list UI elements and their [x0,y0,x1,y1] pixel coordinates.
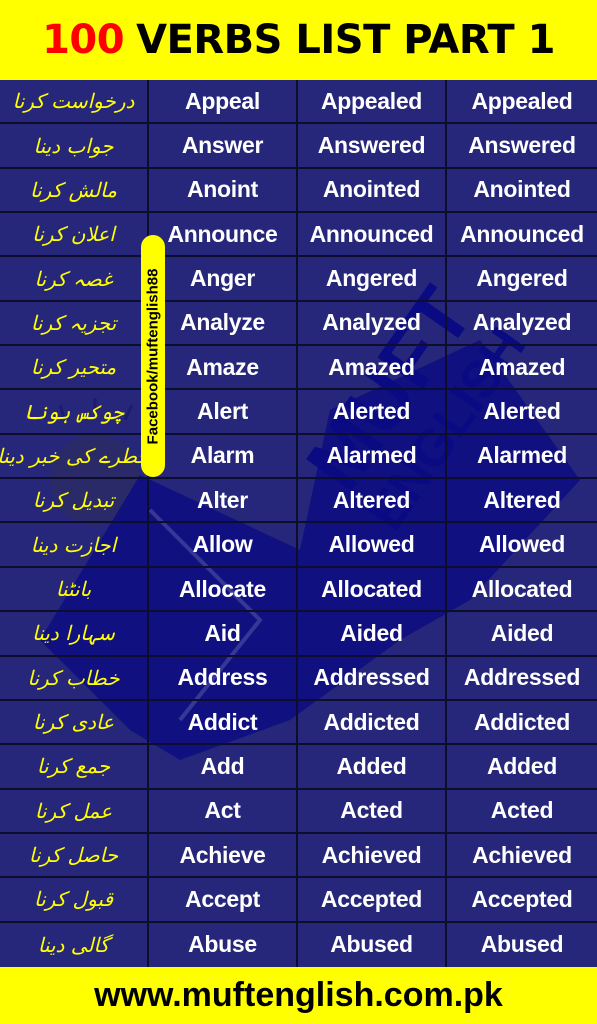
verb-cell-past-participle: Abused [480,931,564,958]
verb-cell-past-participle: Appealed [447,80,597,125]
verb-cell-past-form: Answered [298,124,447,169]
verb-cell-past-participle: Aided [447,612,597,657]
verb-cell-past-participle: Announced [447,213,597,258]
verb-cell-base-form: Address [149,656,298,701]
verb-cell-urdu-meaning: اعلان کرنا [0,213,149,258]
verb-cell-past-form: Altered [298,479,447,524]
verb-cell-urdu-meaning: جواب دینا [0,124,149,169]
verb-cell-base-form: Answer [149,124,298,169]
facebook-handle: Facebook/muftenglish88 [144,268,162,444]
verb-cell-past-participle: Allocated [447,568,597,613]
verb-cell-base-form: Announce [149,213,298,258]
verb-cell-urdu-meaning: تجزیہ کرنا [0,301,149,347]
verb-cell-urdu-meaning: گالی دینا [0,922,149,967]
verb-cell-past-form: Alerted [298,390,447,435]
verb-cell-past-participle: Added [447,745,597,790]
verb-cell-past-participle: Alerted [447,390,597,435]
verb-cell-urdu-meaning: عادی کرنا [0,700,149,746]
verb-cell-past-form: Added [298,745,447,790]
verb-cell-urdu-meaning: بانٹنا [0,567,149,613]
verb-cell-past-form: Acted [298,789,447,834]
verb-cell-past-form: Allowed [298,523,447,568]
verb-cell-past-form: Accepted [298,878,447,923]
verb-cell-past-form: Anointed [298,168,447,214]
verb-cell-urdu-meaning: حاصل کرنا [0,833,149,879]
verb-cell-past-form: Appealed [298,80,447,125]
verb-cell-past-participle: Angered [447,257,597,302]
verb-cell-past-form: Allocated [298,567,447,613]
verb-cell-base-form: Alter [149,479,298,524]
verb-cell-urdu-meaning: خطرے کی خبر دینا [0,434,150,480]
page-title: 100 VERBS LIST PART 1 [0,0,597,80]
verb-cell-urdu-meaning: چوکس ہونا [0,390,149,435]
verb-cell-past-participle: Achieved [447,834,597,879]
verb-cell-past-participle: Amazed [447,346,597,391]
verb-cell-base-form: Aid [149,612,298,657]
verb-cell-past-form: Announced [298,213,447,258]
verb-cell-base-form: Addict [149,700,298,746]
verb-cell-urdu-meaning: سہارا دینا [0,612,149,657]
verb-cell-urdu-meaning: خطاب کرنا [0,656,149,701]
verb-cell-base-form: Achieve [149,833,298,879]
verb-cell-base-form: Abuse [149,922,298,967]
verb-cell-past-form: Achieved [298,833,447,879]
verb-cell-past-participle: Addicted [447,701,597,746]
verb-cell-past-participle: Addressed [447,657,597,701]
facebook-badge[interactable]: Facebook/muftenglish88 [141,235,165,477]
verb-cell-urdu-meaning: غصہ کرنا [0,257,149,302]
verbs-grid: درخواست کرنا Appeal Appealed Appealed جواب د… [0,80,597,967]
verb-cell-urdu-meaning: مالش کرنا [0,168,149,214]
verb-cell-past-participle: Anointed [447,169,597,214]
verb-cell-base-form: Alarm [149,434,298,480]
verb-cell-base-form: Anoint [149,168,298,214]
verb-cell-past-participle: Alarmed [447,435,597,480]
verb-cell-past-form: Angered [298,257,447,302]
verb-cell-past-participle: Analyzed [447,302,597,347]
verb-cell-urdu-meaning: تبدیل کرنا [0,479,149,524]
verb-cell-past-form: Abused [298,922,447,967]
verb-cell-past-form: Addressed [298,656,447,701]
verb-cell-past-participle: Altered [447,479,597,524]
title-text: VERBS LIST PART 1 [136,17,555,63]
verb-cell-base-form: Appeal [149,80,298,125]
verb-cell-past-form: Amazed [298,346,447,391]
website-link[interactable]: www.muftenglish.com.pk [94,976,503,1015]
verb-cell-base-form: Alert [149,390,298,435]
verb-cell-base-form: Amaze [149,346,298,391]
verb-cell-base-form: Allocate [149,567,298,613]
verb-cell-base-form: Analyze [149,301,298,347]
verb-cell-past-form: Alarmed [298,434,447,480]
verb-cell-past-participle: Accepted [447,878,597,923]
verb-cell-past-form: Addicted [298,700,447,746]
verb-cell-urdu-meaning: درخواست کرنا [0,80,149,125]
verb-cell-past-participle: Answered [447,124,597,169]
verb-cell-urdu-meaning: اجازت دینا [0,523,149,568]
verb-cell-past-form: Aided [298,612,447,657]
title-number: 100 [42,17,125,63]
verbs-table: MUFT ENGLISH درخواست کرنا Appeal Appealed A… [0,80,597,967]
verb-cell-urdu-meaning: جمع کرنا [0,745,149,790]
verb-cell-base-form: Accept [149,878,298,923]
verb-cell-urdu-meaning: متحیر کرنا [0,346,149,391]
verb-cell-urdu-meaning: عمل کرنا [0,789,149,834]
verb-cell-past-form: Analyzed [298,301,447,347]
verb-cell-urdu-meaning: قبول کرنا [0,878,149,923]
verb-cell-base-form: Act [149,789,298,834]
verb-cell-past-participle: Acted [447,790,597,834]
verb-cell-base-form: Add [149,745,298,790]
footer-website[interactable]: www.muftenglish.com.pk [0,967,597,1024]
verb-cell-base-form: Anger [149,257,298,302]
verb-cell-past-participle: Allowed [447,523,597,568]
verb-cell-base-form: Allow [149,523,298,568]
